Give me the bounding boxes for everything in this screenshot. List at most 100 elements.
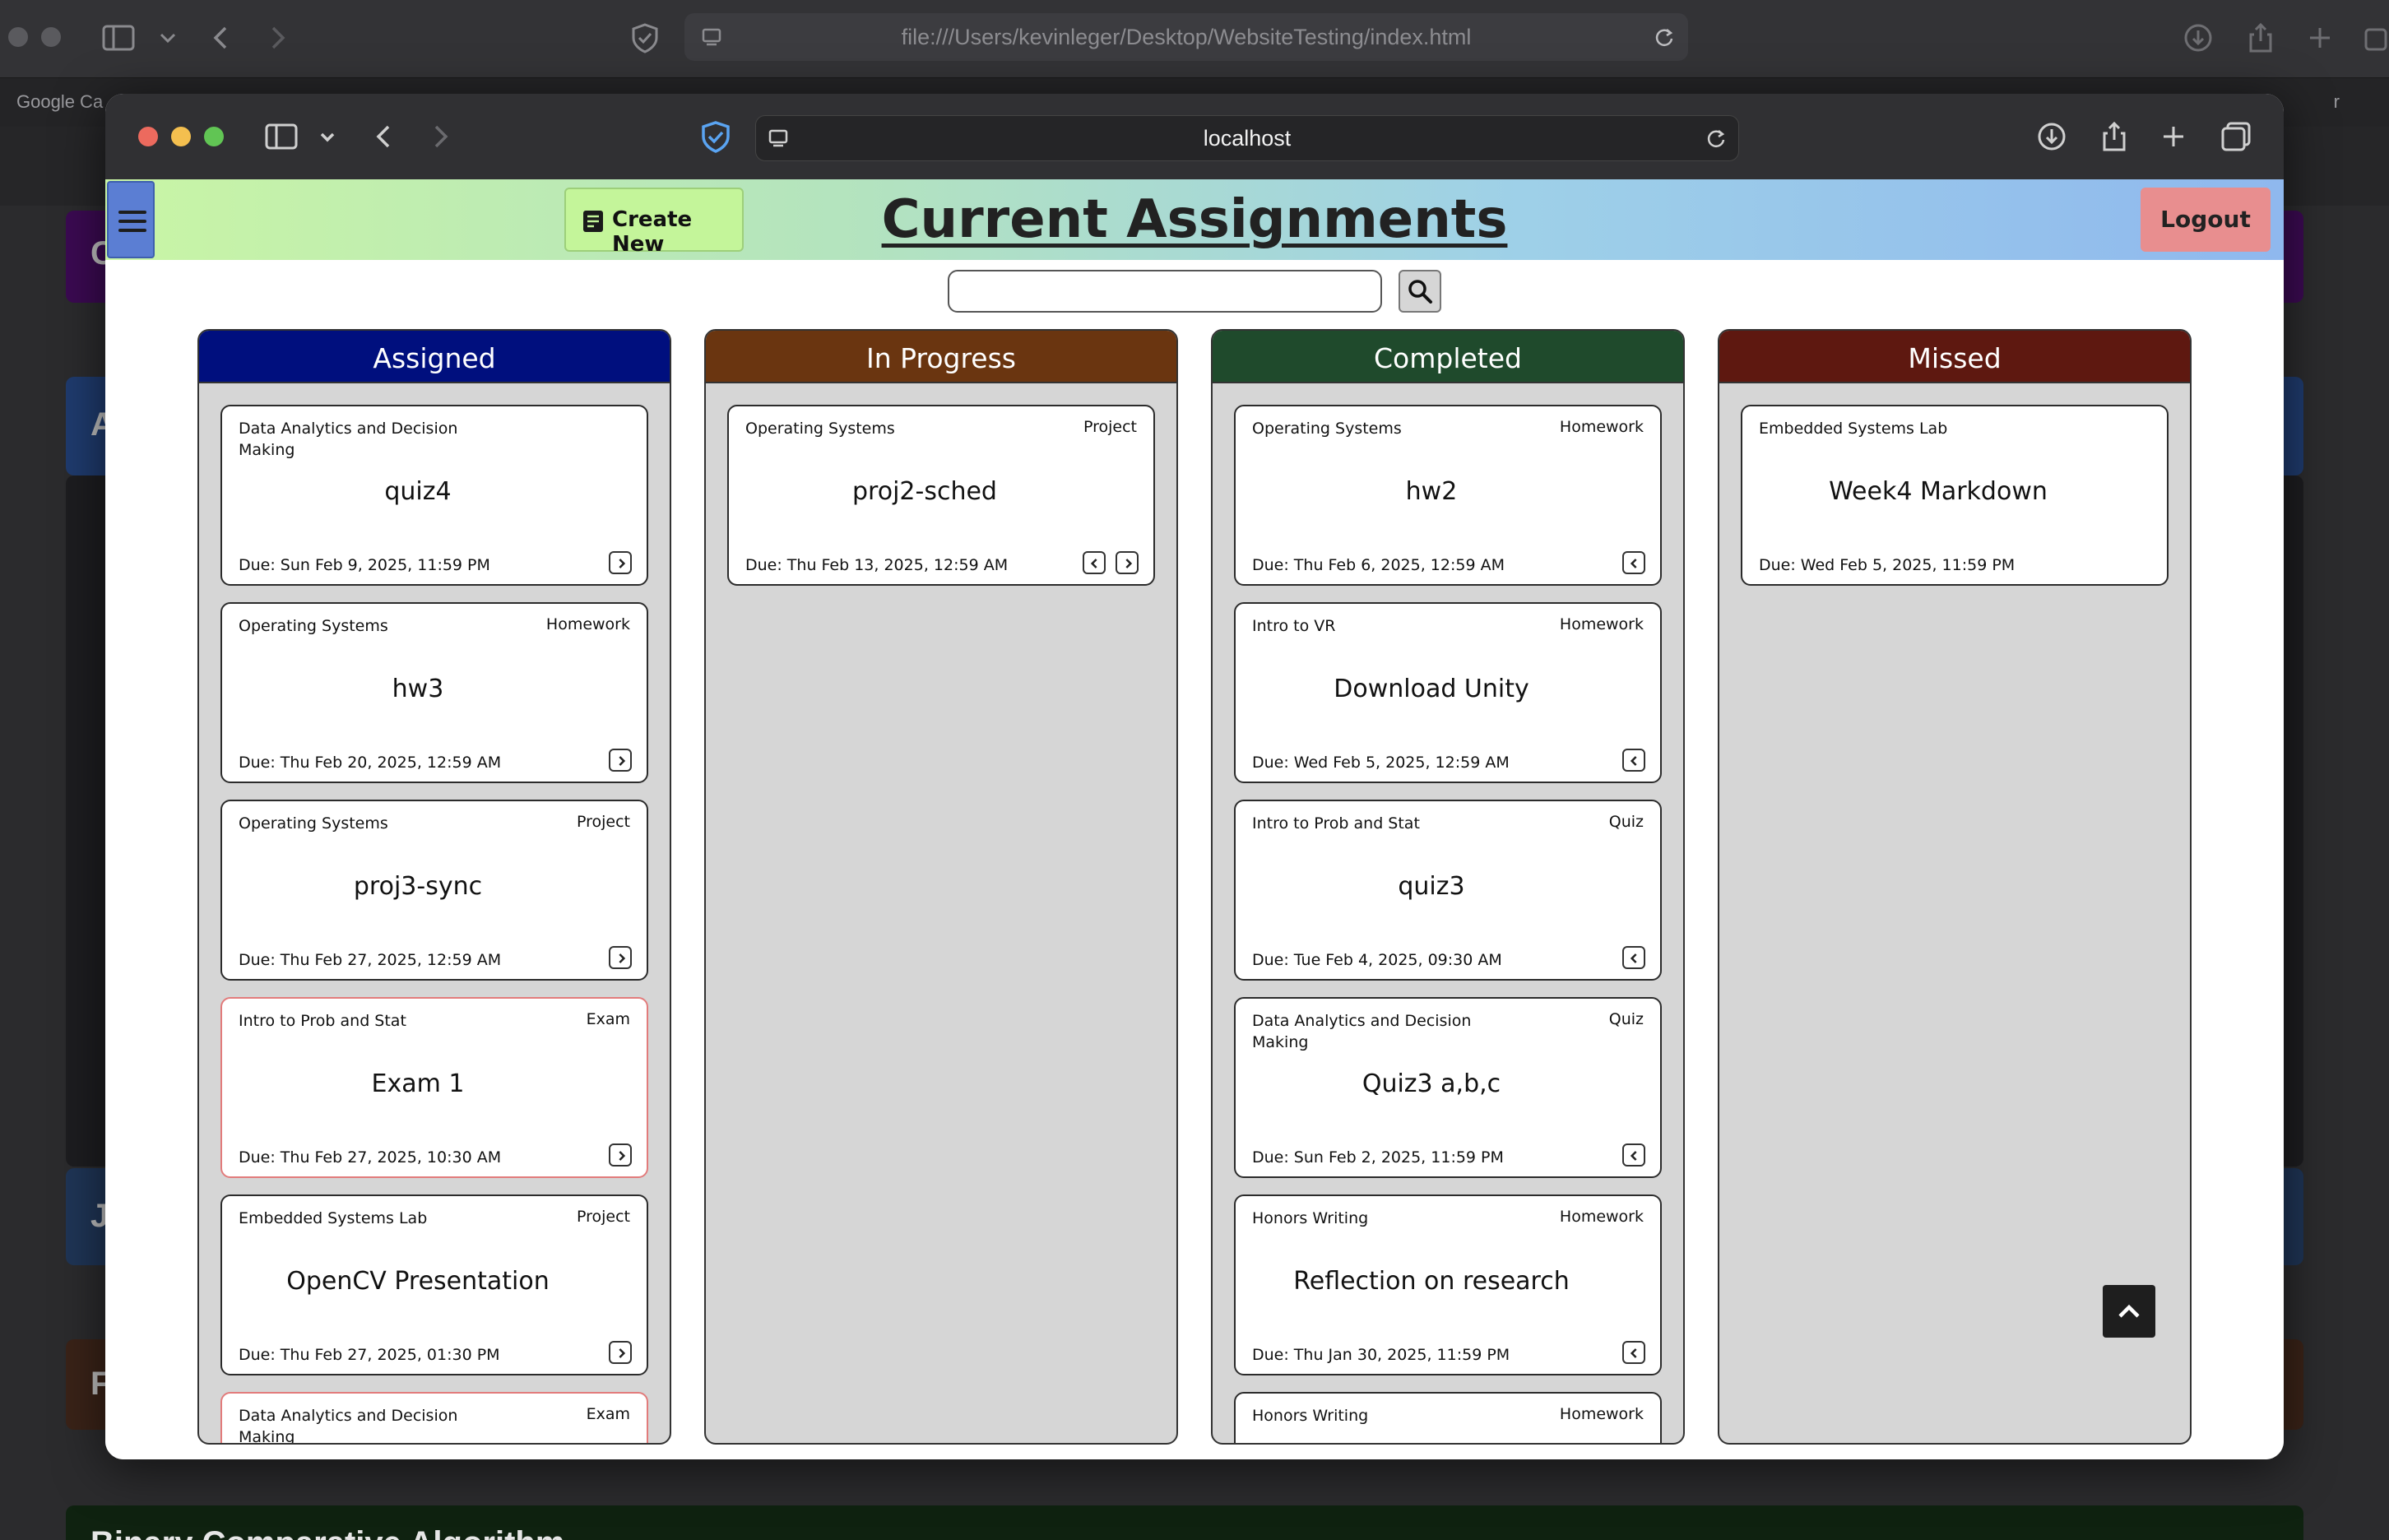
column-title: In Progress bbox=[866, 342, 1016, 374]
forward-icon[interactable] bbox=[258, 18, 298, 58]
chevron-down-icon[interactable] bbox=[148, 18, 188, 58]
move-right-button[interactable] bbox=[609, 749, 632, 772]
move-right-button[interactable] bbox=[609, 1143, 632, 1167]
assignment-card[interactable]: Intro to Prob and Stat Quiz quiz3 Due: Tue … bbox=[1234, 800, 1662, 981]
move-right-button[interactable] bbox=[609, 946, 632, 969]
assignment-card[interactable]: Data Analytics and Decision Making quiz4 D… bbox=[220, 405, 648, 586]
card-due-date: Due: Wed Feb 5, 2025, 11:59 PM bbox=[1759, 556, 2016, 574]
column-completed: Completed Operating Systems Homework hw2 Du… bbox=[1211, 329, 1685, 1445]
move-left-button[interactable] bbox=[1622, 1143, 1645, 1167]
column-header: Missed bbox=[1719, 331, 2190, 383]
outer-window-control[interactable] bbox=[41, 27, 61, 47]
assignment-card[interactable]: Honors Writing Homework Reflection on rese… bbox=[1234, 1194, 1662, 1375]
card-title: quiz3 bbox=[1398, 872, 1465, 901]
card-due-date: Due: Sun Feb 9, 2025, 11:59 PM bbox=[239, 556, 490, 574]
tabs-overview-icon[interactable] bbox=[2216, 117, 2256, 156]
card-type: Homework bbox=[1559, 1405, 1644, 1423]
card-title: hw2 bbox=[1405, 477, 1458, 506]
card-course: Operating Systems bbox=[239, 617, 388, 635]
chevron-right-icon bbox=[1125, 559, 1133, 568]
assignment-card[interactable]: Operating Systems Project proj2-sched Due: … bbox=[727, 405, 1155, 586]
assignment-card[interactable]: Operating Systems Homework hw3 Due: Thu Feb… bbox=[220, 602, 648, 783]
column-header: Assigned bbox=[199, 331, 670, 383]
web-page: Create New Current Assignments Logout As… bbox=[105, 179, 2284, 1459]
card-due-date: Due: Thu Feb 27, 2025, 12:59 AM bbox=[239, 951, 502, 969]
background-heading: Binary Comparative Algorithm bbox=[90, 1525, 564, 1540]
reload-icon[interactable] bbox=[1704, 126, 1728, 151]
move-left-button[interactable] bbox=[1622, 946, 1645, 969]
zoom-window-button[interactable] bbox=[204, 127, 224, 146]
close-window-button[interactable] bbox=[138, 127, 158, 146]
search-input[interactable] bbox=[948, 270, 1382, 313]
chevron-right-icon bbox=[619, 756, 626, 766]
move-right-button[interactable] bbox=[1116, 551, 1139, 574]
outer-tab-label[interactable]: Google Ca bbox=[16, 91, 103, 113]
header-bar: Create New Current Assignments Logout bbox=[105, 179, 2284, 260]
chevron-left-icon bbox=[1090, 559, 1097, 568]
new-tab-icon[interactable] bbox=[2300, 18, 2340, 58]
move-left-button[interactable] bbox=[1622, 551, 1645, 574]
browser-toolbar: localhost bbox=[105, 94, 2284, 179]
assignment-card[interactable]: Honors Writing Homework bbox=[1234, 1392, 1662, 1443]
card-course: Embedded Systems Lab bbox=[239, 1209, 428, 1227]
outer-url-text: file:///Users/kevinleger/Desktop/Website… bbox=[901, 25, 1472, 49]
card-course: Data Analytics and Decision Making bbox=[239, 1407, 458, 1445]
download-icon[interactable] bbox=[2178, 18, 2218, 58]
scroll-to-top-button[interactable] bbox=[2103, 1285, 2155, 1338]
card-course: Honors Writing bbox=[1252, 1407, 1369, 1425]
card-type: Exam bbox=[586, 1010, 630, 1028]
outer-window-control[interactable] bbox=[8, 27, 28, 47]
move-left-button[interactable] bbox=[1622, 749, 1645, 772]
move-right-button[interactable] bbox=[609, 551, 632, 574]
new-tab-icon[interactable] bbox=[2154, 117, 2193, 156]
card-due-date: Due: Sun Feb 2, 2025, 11:59 PM bbox=[1252, 1148, 1504, 1167]
chevron-right-icon bbox=[619, 1348, 626, 1358]
back-icon[interactable] bbox=[201, 18, 240, 58]
forward-icon[interactable] bbox=[421, 117, 461, 156]
column-assigned: Assigned Data Analytics and Decision Mak… bbox=[197, 329, 671, 1445]
card-title: Download Unity bbox=[1334, 675, 1529, 703]
shield-icon[interactable] bbox=[625, 18, 665, 58]
column-title: Assigned bbox=[373, 342, 496, 374]
card-title: OpenCV Presentation bbox=[286, 1267, 550, 1296]
move-left-button[interactable] bbox=[1083, 551, 1106, 574]
background-block: Binary Comparative Algorithm bbox=[66, 1505, 2303, 1540]
sidebar-icon[interactable] bbox=[99, 18, 138, 58]
card-title: hw3 bbox=[392, 675, 444, 703]
assignment-card[interactable]: Intro to Prob and Stat Exam Exam 1 Due: Thu… bbox=[220, 997, 648, 1178]
card-due-date: Due: Thu Jan 30, 2025, 11:59 PM bbox=[1252, 1346, 1510, 1364]
tabs-overview-icon[interactable] bbox=[2359, 18, 2389, 58]
card-type: Quiz bbox=[1608, 813, 1644, 831]
outer-tab-label-right[interactable]: r bbox=[2334, 91, 2340, 113]
share-icon[interactable] bbox=[2241, 18, 2280, 58]
assignment-card[interactable]: Embedded Systems Lab Project OpenCV Presen… bbox=[220, 1194, 648, 1375]
share-icon[interactable] bbox=[2094, 117, 2134, 156]
move-right-button[interactable] bbox=[609, 1341, 632, 1364]
privacy-shield-icon[interactable] bbox=[696, 117, 735, 156]
assignment-card[interactable]: Operating Systems Homework hw2 Due: Thu Feb… bbox=[1234, 405, 1662, 586]
move-left-button[interactable] bbox=[1622, 1341, 1645, 1364]
reload-icon[interactable] bbox=[1652, 25, 1677, 49]
search-button[interactable] bbox=[1399, 270, 1441, 313]
logout-button[interactable]: Logout bbox=[2141, 188, 2271, 252]
assignment-card[interactable]: Data Analytics and Decision Making Quiz Qu… bbox=[1234, 997, 1662, 1178]
assignment-card[interactable]: Operating Systems Project proj3-sync Due: T… bbox=[220, 800, 648, 981]
assignment-card[interactable]: Intro to VR Homework Download Unity Due: We… bbox=[1234, 602, 1662, 783]
card-type: Homework bbox=[1559, 1208, 1644, 1226]
chevron-right-icon bbox=[619, 559, 626, 568]
download-icon[interactable] bbox=[2032, 117, 2071, 156]
card-due-date: Due: Tue Feb 4, 2025, 09:30 AM bbox=[1252, 951, 1502, 969]
assignment-card[interactable]: Embedded Systems Lab Week4 Markdown Due: W… bbox=[1741, 405, 2169, 586]
card-type: Project bbox=[576, 813, 630, 831]
chevron-left-icon bbox=[1630, 756, 1637, 766]
sidebar-icon[interactable] bbox=[262, 117, 301, 156]
chevron-down-icon[interactable] bbox=[308, 117, 347, 156]
card-due-date: Due: Thu Feb 20, 2025, 12:59 AM bbox=[239, 754, 502, 772]
assignment-card[interactable]: Data Analytics and Decision Making Exam bbox=[220, 1392, 648, 1445]
back-icon[interactable] bbox=[364, 117, 403, 156]
card-course: Intro to Prob and Stat bbox=[1252, 814, 1420, 833]
minimize-window-button[interactable] bbox=[171, 127, 191, 146]
outer-address-bar[interactable]: file:///Users/kevinleger/Desktop/Website… bbox=[684, 13, 1688, 61]
address-bar[interactable]: localhost bbox=[755, 115, 1739, 161]
card-type: Homework bbox=[1559, 418, 1644, 436]
